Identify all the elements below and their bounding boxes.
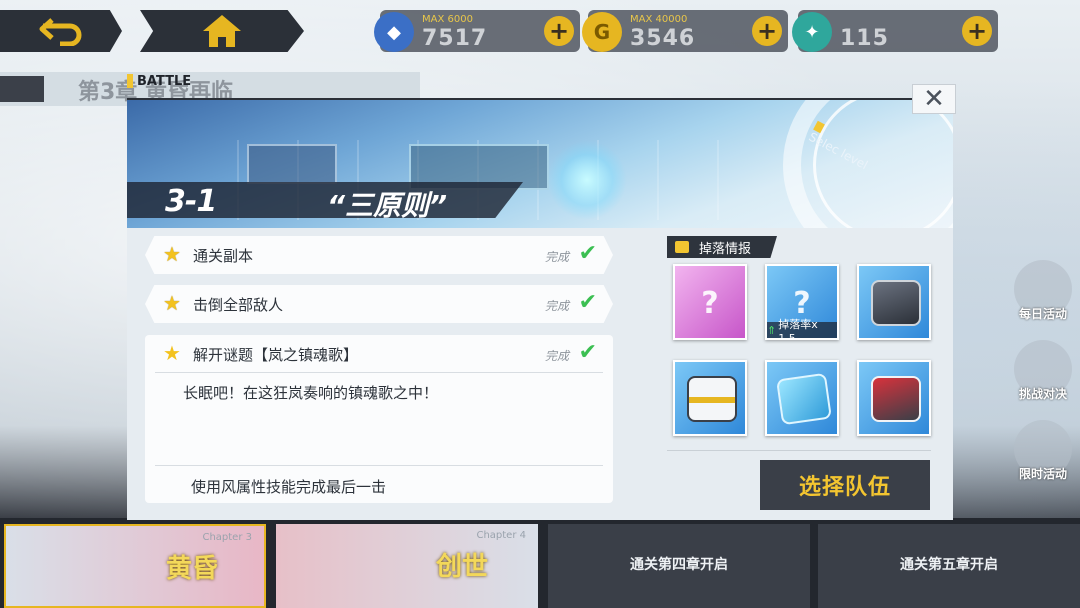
side-event-challenge[interactable]: 挑战对决	[1014, 340, 1072, 401]
resource-max: MAX 40000	[630, 14, 688, 25]
home-button[interactable]	[140, 10, 304, 52]
close-icon: ✕	[923, 84, 945, 114]
side-event-label: 每日活动	[1018, 307, 1067, 321]
check-icon: ✔	[578, 290, 597, 315]
chapter-card-3[interactable]: Chapter 3 黄昏	[4, 524, 266, 608]
divider	[155, 465, 603, 466]
banner-decor	[247, 144, 337, 184]
data-card-icon	[776, 372, 832, 426]
resource-value: 115	[840, 26, 889, 51]
home-icon	[203, 15, 241, 47]
crate-icon	[687, 376, 737, 422]
star-icon: ★	[163, 242, 181, 266]
chapter-card-title: 创世	[436, 552, 489, 582]
check-icon: ✔	[578, 340, 597, 365]
folder-icon[interactable]	[0, 76, 44, 102]
resource-crystal: ✦ 115 +	[792, 10, 998, 52]
chapter-card-5-locked: 通关第四章开启	[548, 524, 810, 608]
divider	[155, 372, 603, 373]
chapter-tag: Chapter 3	[202, 532, 252, 543]
back-button[interactable]	[0, 10, 122, 52]
drop-item-red-module[interactable]	[857, 360, 931, 436]
puzzle-hint: 使用风属性技能完成最后一击	[191, 478, 387, 496]
locked-text: 通关第五章开启	[900, 557, 998, 573]
gold-coin-icon: G	[582, 12, 622, 52]
locked-text: 通关第四章开启	[630, 557, 728, 573]
add-crystal-button[interactable]: +	[962, 16, 992, 46]
drop-item-supply-crate[interactable]	[673, 360, 747, 436]
chest-icon	[675, 241, 689, 253]
puzzle-description: 长眠吧！在这狂岚奏响的镇魂歌之中！	[183, 384, 439, 402]
resource-gold: G MAX 40000 3546 +	[582, 10, 788, 52]
stage-number: 3-1	[165, 184, 217, 219]
drop-info-title: 掉落情报	[699, 241, 752, 257]
stage-dialog: Selec level 3-1 “三原则” ★ 通关副本 完成 ✔ ★ 击倒全部…	[127, 98, 953, 520]
star-icon: ★	[163, 341, 181, 365]
side-event-limited[interactable]: 限时活动	[1014, 420, 1072, 481]
add-stamina-button[interactable]: +	[544, 16, 574, 46]
crystal-icon: ✦	[792, 12, 832, 52]
side-event-label: 挑战对决	[1018, 387, 1067, 401]
star-icon: ★	[163, 291, 181, 315]
battle-tag: BATTLE	[127, 72, 191, 90]
select-team-button[interactable]: 选择队伍	[760, 460, 930, 510]
resource-value: 7517	[422, 26, 488, 51]
objective-row: ★ 通关副本 完成 ✔	[145, 236, 613, 274]
divider	[667, 450, 931, 451]
resource-max: MAX 6000	[422, 14, 473, 25]
drop-rate-badge: ⇑ 掉落率x 1.5	[767, 318, 837, 338]
side-event-daily[interactable]: 每日活动	[1014, 260, 1072, 321]
check-icon: ✔	[578, 241, 597, 266]
drop-rate-label: 掉落率x 1.5	[778, 317, 818, 340]
chapter-card-6-locked: 通关第五章开启	[818, 524, 1080, 608]
battle-tag-label: BATTLE	[137, 73, 192, 89]
armor-chip-icon	[871, 280, 921, 326]
up-arrow-icon: ⇑	[767, 323, 777, 337]
objective-status: 完成	[544, 250, 569, 264]
objective-status: 完成	[544, 349, 569, 363]
chapter-cards: Chapter 3 黄昏 Chapter 4 创世 通关第四章开启 通关第五章开…	[0, 518, 1080, 608]
stamina-icon: ◆	[374, 12, 414, 52]
chapter-card-4[interactable]: Chapter 4 创世	[276, 524, 538, 608]
chapter-tag: Chapter 4	[476, 530, 526, 541]
objective-label: 解开谜题【岚之镇魂歌】	[193, 346, 359, 364]
puzzle-objective: ★ 解开谜题【岚之镇魂歌】 完成 ✔ 长眠吧！在这狂岚奏响的镇魂歌之中！ 使用风…	[145, 335, 613, 503]
drop-item-armor-chip[interactable]	[857, 264, 931, 340]
add-gold-button[interactable]: +	[752, 16, 782, 46]
banner-decor	[547, 140, 627, 220]
drop-item-mystery-character[interactable]: ?	[673, 264, 747, 340]
drop-info-header: 掉落情报	[667, 236, 777, 258]
level-ring	[813, 100, 953, 228]
objective-row: ★ 解开谜题【岚之镇魂歌】 完成 ✔	[145, 335, 613, 373]
objective-status: 完成	[544, 299, 569, 313]
stage-name: “三原则”	[327, 189, 448, 222]
resource-stamina: ◆ MAX 6000 7517 +	[374, 10, 580, 52]
drop-item-mystery-material[interactable]: ? ⇑ 掉落率x 1.5	[765, 264, 839, 340]
back-arrow-icon	[39, 18, 82, 46]
drop-item-data-card[interactable]	[765, 360, 839, 436]
objective-label: 击倒全部敌人	[193, 296, 284, 314]
question-mark-icon: ?	[701, 286, 719, 321]
side-event-label: 限时活动	[1018, 467, 1067, 481]
objective-label: 通关副本	[193, 247, 254, 265]
red-module-icon	[871, 376, 921, 422]
tag-bar	[127, 74, 133, 88]
objective-row: ★ 击倒全部敌人 完成 ✔	[145, 285, 613, 323]
close-button[interactable]: ✕	[912, 84, 956, 114]
chapter-card-title: 黄昏	[166, 554, 219, 584]
resource-value: 3546	[630, 26, 696, 51]
